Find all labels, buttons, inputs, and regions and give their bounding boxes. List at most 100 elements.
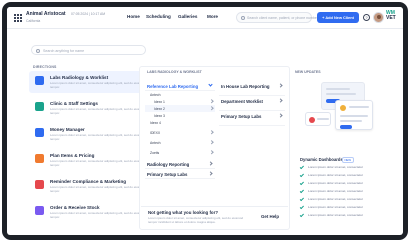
sub-item-antech-2[interactable]: Antech — [145, 139, 215, 149]
feature-item: Lorem ipsum dolor sit amet, consectetur — [299, 196, 378, 204]
dir-item-title: Money Manager — [50, 127, 85, 132]
feature-item: Lorem ipsum dolor sit amet, consectetur — [299, 212, 378, 220]
feature-text: Lorem ipsum dolor sit amet, consectetur — [308, 165, 364, 169]
section-radiology[interactable]: Radiology Reporting — [145, 159, 215, 169]
dir-item-desc: Lorem ipsum dolor sit amet, consectetur … — [50, 133, 146, 141]
check-icon — [299, 204, 305, 209]
illustration-line — [326, 93, 356, 95]
megaphone-icon — [35, 180, 44, 189]
sub-item-idexx-2[interactable]: Idexx 2 — [145, 105, 215, 112]
illustration-dot — [340, 105, 346, 111]
sub-item-label: Idexx 4 — [150, 120, 161, 125]
illustration-card — [305, 112, 331, 126]
feature-item: Lorem ipsum dolor sit amet, consectetur — [299, 180, 378, 188]
brand-logo: WM VET — [386, 11, 396, 21]
dir-item-labs[interactable]: Labs Radiology & Worklist Lorem ipsum do… — [29, 71, 151, 93]
dir-item-stock[interactable]: Order & Receive Stock Lorem ipsum dolor … — [29, 201, 151, 223]
new-updates-title: NEW UPDATES — [295, 70, 321, 74]
sub-item-label: Idexx 2 — [154, 106, 165, 111]
nav-scheduling[interactable]: Scheduling — [146, 14, 171, 19]
dir-item-desc: Lorem ipsum dolor sit amet, consectetur … — [50, 81, 146, 89]
dir-item-clinic-staff[interactable]: Clinic & Staff Settings Lorem ipsum dolo… — [29, 97, 151, 119]
sub-item-label: Idexx 3 — [154, 113, 165, 118]
illustration-line — [349, 106, 369, 108]
sub-item-idexx-3[interactable]: Idexx 3 — [145, 112, 215, 119]
help-title: Not getting what you looking for? — [148, 210, 218, 215]
avatar[interactable] — [373, 12, 384, 23]
check-icon — [299, 212, 305, 217]
dir-item-reminders[interactable]: Reminder Compliance & Marketing Lorem ip… — [29, 175, 151, 197]
chevron-down-icon — [208, 82, 213, 87]
check-icon — [299, 180, 305, 185]
section-label: Primary Setup Labs — [147, 172, 188, 177]
feature-text: Lorem ipsum dolor sit amet, consectetur — [308, 181, 364, 185]
illustration-line — [340, 120, 362, 122]
illustration-dot — [309, 117, 315, 123]
labs-column-a: Reference Lab Reporting Antech Idexx 1 I… — [145, 81, 215, 179]
illustration-card — [335, 100, 373, 130]
chevron-right-icon — [208, 99, 213, 104]
device-frame: Animal Aristocat California 07:05 2024 |… — [2, 2, 408, 240]
section-label: Department Worklist — [221, 99, 263, 104]
sub-item-label: IDEXX — [150, 130, 161, 135]
sub-item-idexx-1[interactable]: Idexx 1 — [145, 98, 215, 105]
sub-item-label: Idexx 1 — [154, 99, 165, 104]
feature-text: Lorem ipsum dolor sit amet, consectetur — [308, 213, 364, 217]
section-in-house-lab[interactable]: In House Lab Reporting — [219, 81, 285, 96]
app-grid-icon[interactable] — [14, 14, 22, 22]
section-label: In House Lab Reporting — [221, 84, 270, 89]
illustration-line — [317, 118, 329, 120]
dir-item-title: Clinic & Staff Settings — [50, 101, 98, 106]
illustration-line — [340, 115, 368, 117]
check-icon — [299, 164, 305, 169]
nav-more[interactable]: More — [207, 14, 218, 19]
dir-item-title: Order & Receive Stock — [50, 205, 100, 210]
section-primary-setup-b[interactable]: Primary Setup Labs — [219, 111, 285, 126]
nav-home[interactable]: Home — [127, 14, 140, 19]
chevron-right-icon — [208, 170, 213, 176]
section-label: Radiology Reporting — [147, 162, 190, 167]
dir-item-title: Reminder Compliance & Marketing — [50, 179, 127, 184]
search-icon — [241, 15, 245, 20]
dynamic-dashboards-title: Dynamic Dashboards — [300, 157, 343, 162]
section-primary-setup[interactable]: Primary Setup Labs — [145, 169, 215, 179]
sub-item-label: Antech — [150, 92, 161, 97]
sub-item-antech[interactable]: Antech — [145, 91, 215, 98]
sub-item-idexx[interactable]: IDEXX — [145, 129, 215, 139]
dir-item-money[interactable]: Money Manager Lorem ipsum dolor sit amet… — [29, 123, 151, 145]
global-search-placeholder: Search client name, patient, or phone nu… — [247, 16, 319, 20]
panel-title: LABS RADIOLOGY & WORKLIST — [147, 70, 202, 74]
dir-item-title: Plan Items & Pricing — [50, 153, 95, 158]
feature-text: Lorem ipsum dolor sit amet, consectetur — [308, 189, 364, 193]
check-icon — [299, 172, 305, 177]
add-new-client-button[interactable]: + Add New Client — [317, 12, 359, 23]
flask-icon — [35, 76, 44, 85]
sub-item-label: Antech — [150, 140, 161, 145]
directory-search-input[interactable]: Search anything for name — [31, 45, 146, 55]
dir-item-title: Labs Radiology & Worklist — [50, 75, 109, 80]
section-reference-lab[interactable]: Reference Lab Reporting — [145, 81, 215, 91]
users-icon — [35, 102, 44, 111]
illustration-pill — [340, 125, 352, 129]
directory-search-placeholder: Search anything for name — [43, 48, 85, 53]
chevron-right-icon — [278, 97, 283, 103]
get-help-link[interactable]: Get Help — [261, 214, 279, 219]
help-text: Lorem ipsum dolor sit amet, consectetur … — [148, 216, 244, 224]
illustration-line — [326, 88, 350, 90]
section-department-worklist[interactable]: Department Worklist — [219, 96, 285, 111]
box-icon — [35, 206, 44, 215]
dir-item-desc: Lorem ipsum dolor sit amet, consectetur … — [50, 185, 146, 193]
labs-column-b: In House Lab Reporting Department Workli… — [219, 81, 285, 126]
help-icon[interactable]: ? — [363, 14, 370, 21]
sub-item-idexx-4[interactable]: Idexx 4 — [145, 119, 215, 129]
chevron-right-icon — [278, 82, 283, 88]
section-label: Primary Setup Labs — [221, 114, 262, 119]
clinic-location: California — [26, 19, 41, 23]
chevron-right-icon — [208, 140, 213, 145]
nav-galleries[interactable]: Galleries — [178, 14, 197, 19]
clinic-name[interactable]: Animal Aristocat — [26, 11, 66, 17]
global-search-input[interactable]: Search client name, patient, or phone nu… — [236, 12, 318, 23]
sub-item-zoetis[interactable]: Zoetis — [145, 149, 215, 159]
dir-item-pricing[interactable]: Plan Items & Pricing Lorem ipsum dolor s… — [29, 149, 151, 171]
section-label: Reference Lab Reporting — [147, 84, 199, 89]
